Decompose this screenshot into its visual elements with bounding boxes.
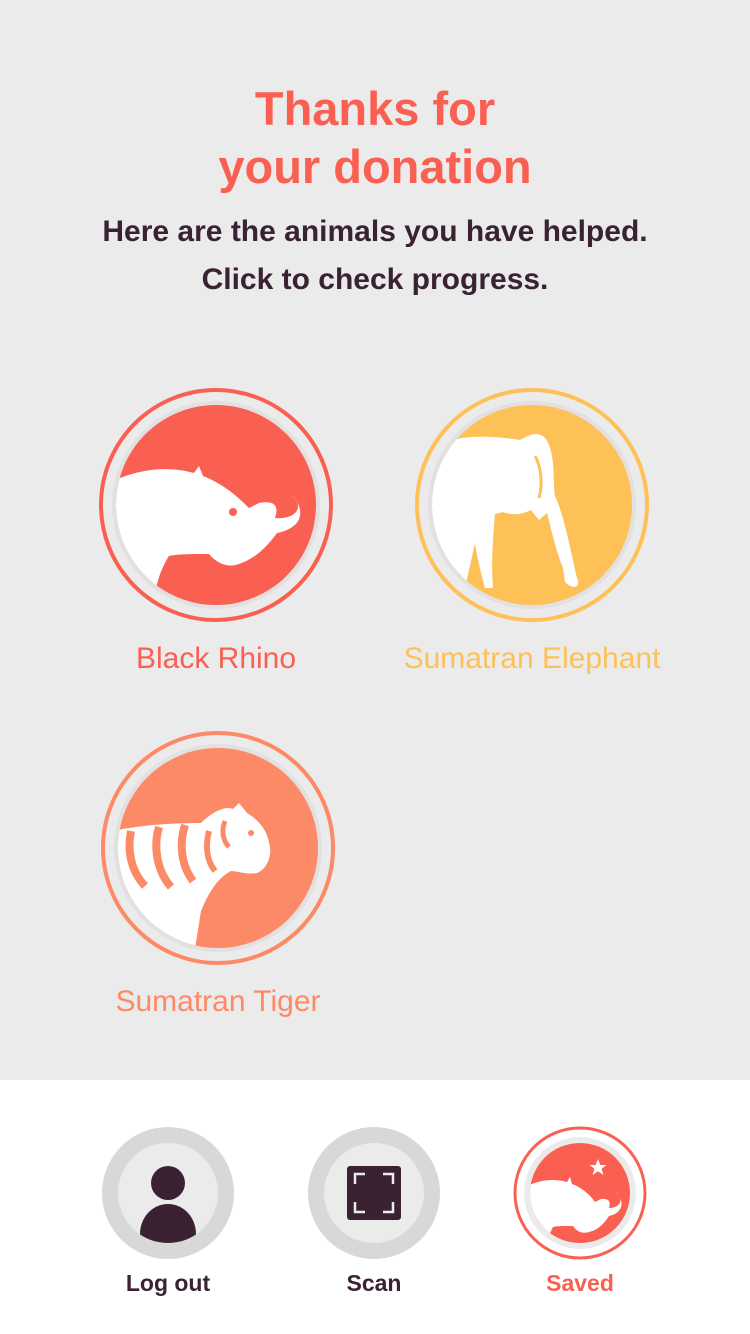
- logout-button[interactable]: Log out: [98, 1126, 238, 1298]
- user-icon: [102, 1127, 234, 1259]
- page-title: Thanks for your donation: [0, 80, 750, 196]
- rhino-icon: [99, 388, 333, 622]
- animal-label-black-rhino: Black Rhino: [135, 642, 297, 675]
- elephant-icon: [415, 388, 649, 622]
- main-content: Thanks for your donation Here are the an…: [0, 0, 750, 1080]
- scan-label: Scan: [346, 1270, 402, 1296]
- scan-button[interactable]: Scan: [304, 1126, 444, 1298]
- page-subtitle: Here are the animals you have helped. Cl…: [0, 208, 750, 304]
- saved-button[interactable]: Saved: [510, 1126, 650, 1298]
- subtitle-line-2: Click to check progress.: [201, 263, 549, 296]
- subtitle-line-1: Here are the animals you have helped.: [102, 215, 648, 248]
- animal-label-sumatran-tiger: Sumatran Tiger: [115, 985, 321, 1018]
- saved-rhino-icon: [513, 1126, 647, 1260]
- logout-label: Log out: [125, 1270, 211, 1296]
- bottom-nav: Log out Scan Saved: [0, 1080, 750, 1334]
- saved-label: Saved: [546, 1270, 614, 1296]
- animal-card-sumatran-tiger[interactable]: Sumatran Tiger: [101, 731, 335, 1031]
- title-line-1: Thanks for: [254, 82, 496, 135]
- animal-card-sumatran-elephant[interactable]: Sumatran Elephant: [404, 388, 660, 688]
- title-line-2: your donation: [218, 140, 532, 193]
- scan-icon: [308, 1127, 440, 1259]
- animal-card-black-rhino[interactable]: Black Rhino: [99, 388, 333, 688]
- animal-label-sumatran-elephant: Sumatran Elephant: [403, 642, 661, 675]
- tiger-icon: [101, 731, 335, 965]
